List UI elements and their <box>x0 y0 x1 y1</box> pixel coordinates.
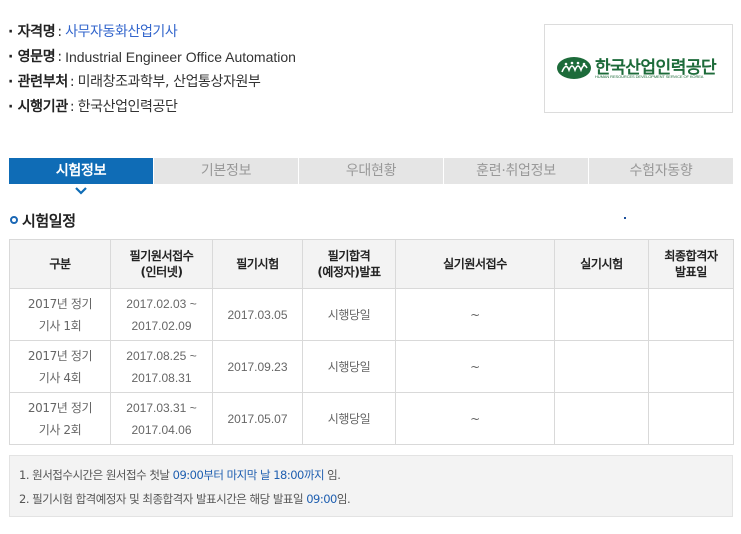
cell-practical-registration: ~ <box>395 340 555 393</box>
cell-practical-exam <box>554 288 649 341</box>
section-title: 시험일정 <box>10 210 76 230</box>
cell-written-result: 시행당일 <box>302 288 396 341</box>
notes-box: 1. 원서접수시간은 원서접수 첫날 09:00부터 마지막 날 18:00까지… <box>9 455 733 517</box>
col-header-written-registration: 필기원서접수 (인터넷) <box>110 239 213 289</box>
info-label: · 영문명 <box>8 49 56 65</box>
info-separator: : <box>57 24 63 40</box>
cell-written-exam: 2017.09.23 <box>212 340 303 393</box>
info-label: · 시행기관 <box>8 99 68 115</box>
tab-training-employment[interactable]: 훈련·취업정보 <box>443 158 588 184</box>
col-header-final-result: 최종합격자 발표일 <box>648 239 734 289</box>
note-text: 임. <box>336 492 351 506</box>
info-row-agency: · 시행기관 : 한국산업인력공단 <box>8 95 296 120</box>
note-highlight: 09:00 <box>306 492 337 506</box>
col-header-written-exam: 필기시험 <box>212 239 303 289</box>
section-title-text: 시험일정 <box>22 211 76 230</box>
decorative-dot <box>624 217 626 219</box>
info-value: 미래창조과학부, 산업통상자원부 <box>77 74 261 90</box>
cell-written-result: 시행당일 <box>302 340 396 393</box>
table-row: 2017년 정기 기사 4회 2017.08.25 ~2017.08.31 201… <box>9 340 734 393</box>
exam-schedule-table: 구분 필기원서접수 (인터넷) 필기시험 필기합격 (예정자)발표 실기원서접수 실… <box>9 239 734 445</box>
note-text: 임. <box>324 468 341 482</box>
cell-practical-exam <box>554 340 649 393</box>
chevron-down-icon <box>75 187 87 195</box>
info-label: · 관련부처 <box>8 74 68 90</box>
note-text: 1. 원서접수시간은 원서접수 첫날 <box>19 468 173 482</box>
tab-examinee-trends[interactable]: 수험자동향 <box>588 158 733 184</box>
agency-logo: 한국산업인력공단 HUMAN RESOURCES DEVELOPMENT SER… <box>544 24 733 113</box>
cell-written-registration: 2017.03.31 ~2017.04.06 <box>110 392 213 445</box>
cell-practical-exam <box>554 392 649 445</box>
note-item: 2. 필기시험 합격예정자 및 최종합격자 발표시간은 해당 발표일 09:00… <box>19 487 732 511</box>
cell-written-registration: 2017.02.03 ~2017.02.09 <box>110 288 213 341</box>
col-header-written-result: 필기합격 (예정자)발표 <box>302 239 396 289</box>
circle-bullet-icon <box>10 216 18 224</box>
info-separator: : <box>69 74 75 90</box>
note-highlight: 09:00부터 마지막 날 18:00까지 <box>172 468 325 482</box>
info-separator: : <box>69 99 75 115</box>
tab-basic-info[interactable]: 기본정보 <box>153 158 298 184</box>
info-row-english-name: · 영문명 : Industrial Engineer Office Autom… <box>8 45 296 70</box>
cell-written-registration: 2017.08.25 ~2017.08.31 <box>110 340 213 393</box>
cell-category: 2017년 정기 기사 2회 <box>9 392 111 445</box>
info-value: 한국산업인력공단 <box>77 99 178 115</box>
cell-practical-registration: ~ <box>395 392 555 445</box>
tab-preference-status[interactable]: 우대현황 <box>298 158 443 184</box>
note-item: 1. 원서접수시간은 원서접수 첫날 09:00부터 마지막 날 18:00까지… <box>19 463 732 487</box>
cell-category: 2017년 정기 기사 1회 <box>9 288 111 341</box>
cell-final-result <box>648 288 734 341</box>
hrdk-logo-icon <box>557 57 591 79</box>
info-separator: : <box>57 49 63 65</box>
info-row-qualification-name: · 자격명 : 사무자동화산업기사 <box>8 20 296 45</box>
col-header-category: 구분 <box>9 239 111 289</box>
table-row: 2017년 정기 기사 1회 2017.02.03 ~2017.02.09 201… <box>9 288 734 341</box>
cell-written-exam: 2017.05.07 <box>212 392 303 445</box>
cell-written-exam: 2017.03.05 <box>212 288 303 341</box>
cell-category: 2017년 정기 기사 4회 <box>9 340 111 393</box>
qualification-info: · 자격명 : 사무자동화산업기사 · 영문명 : Industrial Eng… <box>8 20 296 120</box>
note-text: 2. 필기시험 합격예정자 및 최종합격자 발표시간은 해당 발표일 <box>19 492 307 506</box>
info-label: · 자격명 <box>8 24 56 40</box>
info-value: Industrial Engineer Office Automation <box>65 49 296 65</box>
col-header-practical-exam: 실기시험 <box>554 239 649 289</box>
col-header-practical-registration: 실기원서접수 <box>395 239 555 289</box>
cell-final-result <box>648 392 734 445</box>
cell-written-result: 시행당일 <box>302 392 396 445</box>
qualification-name-link[interactable]: 사무자동화산업기사 <box>65 20 178 45</box>
tab-bar: 시험정보 기본정보 우대현황 훈련·취업정보 수험자동향 <box>9 158 733 184</box>
cell-practical-registration: ~ <box>395 288 555 341</box>
table-header-row: 구분 필기원서접수 (인터넷) 필기시험 필기합격 (예정자)발표 실기원서접수 실… <box>9 239 734 289</box>
table-row: 2017년 정기 기사 2회 2017.03.31 ~2017.04.06 201… <box>9 392 734 445</box>
cell-final-result <box>648 340 734 393</box>
tab-exam-info[interactable]: 시험정보 <box>9 158 153 184</box>
info-row-ministry: · 관련부처 : 미래창조과학부, 산업통상자원부 <box>8 70 296 95</box>
logo-subtitle: HUMAN RESOURCES DEVELOPMENT SERVICE OF K… <box>595 74 704 79</box>
